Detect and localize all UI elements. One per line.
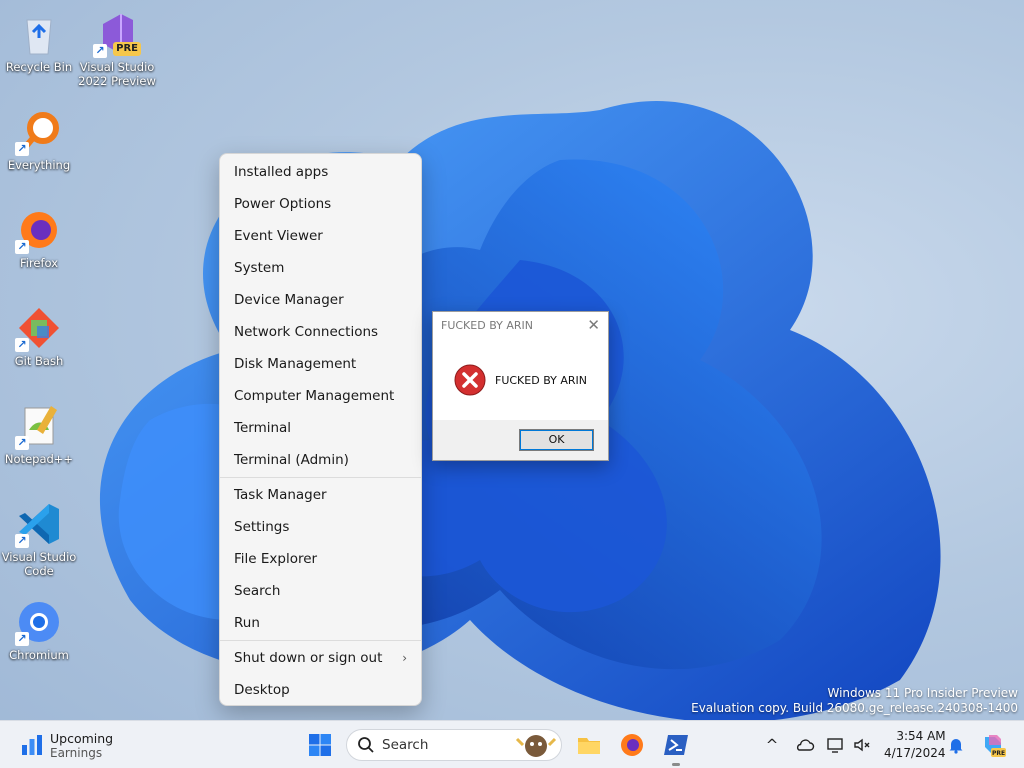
desktop-icon-label: Chromium [9, 648, 69, 662]
search-highlight-icon [515, 735, 557, 757]
widget-subtitle: Earnings [50, 746, 103, 760]
watermark-line-2: Evaluation copy. Build 26080.ge_release.… [691, 701, 1018, 715]
desktop-icon-firefox[interactable]: ↗ Firefox [0, 206, 78, 270]
desktop-icon-visual-studio-code[interactable]: ↗ Visual Studio Code [0, 500, 78, 578]
menu-item-desktop[interactable]: Desktop [220, 675, 421, 705]
desktop-icon-label: Visual Studio 2022 Preview [78, 60, 156, 88]
recycle-bin-icon [15, 10, 63, 58]
error-message-box: FUCKED BY ARIN ✕ FUCKED BY ARIN OK [432, 311, 609, 461]
desktop-icon-visual-studio-2022-preview[interactable]: PRE ↗ Visual Studio 2022 Preview [78, 10, 156, 88]
file-explorer-icon[interactable] [575, 731, 603, 759]
active-app-indicator [672, 763, 680, 766]
desktop-icon-notepad-plus-plus[interactable]: ↗ Notepad++ [0, 402, 78, 466]
message-box-body: FUCKED BY ARIN [433, 340, 608, 420]
search-icon [358, 737, 374, 753]
desktop-icon-label: Recycle Bin [5, 60, 73, 74]
menu-item-event-viewer[interactable]: Event Viewer [220, 221, 421, 251]
menu-separator [220, 640, 421, 641]
shortcut-arrow-icon: ↗ [15, 338, 29, 352]
taskbar-search-box[interactable]: Search [346, 729, 562, 761]
desktop-icon-recycle-bin[interactable]: Recycle Bin [0, 10, 78, 74]
onedrive-icon[interactable] [795, 735, 815, 755]
desktop-icon-label: Everything [7, 158, 71, 172]
copilot-icon[interactable]: PRE [979, 731, 1007, 759]
vscode-icon: ↗ [15, 500, 63, 548]
menu-item-power-options[interactable]: Power Options [220, 189, 421, 219]
firefox-icon: ↗ [15, 206, 63, 254]
shortcut-arrow-icon: ↗ [15, 534, 29, 548]
speaker-muted-icon[interactable] [852, 735, 872, 755]
menu-item-disk-management[interactable]: Disk Management [220, 349, 421, 379]
search-placeholder: Search [382, 737, 429, 753]
evaluation-watermark: Windows 11 Pro Insider Preview Evaluatio… [691, 686, 1018, 716]
clock-time: 3:54 AM [896, 729, 946, 743]
menu-item-shut-down-or-sign-out[interactable]: Shut down or sign out › [220, 643, 421, 673]
error-icon [454, 364, 486, 396]
chevron-right-icon: › [402, 651, 407, 665]
menu-item-settings[interactable]: Settings [220, 512, 421, 542]
ok-button[interactable]: OK [519, 429, 594, 451]
start-windows-icon[interactable] [306, 731, 334, 759]
menu-item-run[interactable]: Run [220, 608, 421, 638]
widget-title: Upcoming [50, 731, 114, 746]
git-bash-icon: ↗ [15, 304, 63, 352]
taskbar: Upcoming Earnings Search ^ 3:54 AM 4/17/ [0, 720, 1024, 768]
desktop-icon-label: Git Bash [14, 354, 64, 368]
desktop-icon-label: Notepad++ [4, 452, 74, 466]
menu-item-file-explorer[interactable]: File Explorer [220, 544, 421, 574]
menu-item-terminal-admin[interactable]: Terminal (Admin) [220, 445, 421, 475]
clock-date: 4/17/2024 [884, 746, 946, 760]
desktop-icon-label: Visual Studio Code [1, 550, 77, 578]
svg-text:PRE: PRE [992, 750, 1005, 757]
preview-badge: PRE [113, 42, 141, 56]
menu-item-installed-apps[interactable]: Installed apps [220, 157, 421, 187]
desktop-icon-git-bash[interactable]: ↗ Git Bash [0, 304, 78, 368]
shortcut-arrow-icon: ↗ [15, 240, 29, 254]
menu-item-network-connections[interactable]: Network Connections [220, 317, 421, 347]
notification-bell-icon[interactable] [946, 735, 966, 755]
menu-item-task-manager[interactable]: Task Manager [220, 480, 421, 510]
message-box-text: FUCKED BY ARIN [495, 374, 587, 387]
menu-item-device-manager[interactable]: Device Manager [220, 285, 421, 315]
menu-item-computer-management[interactable]: Computer Management [220, 381, 421, 411]
display-icon[interactable] [826, 735, 846, 755]
chromium-icon: ↗ [15, 598, 63, 646]
menu-item-search[interactable]: Search [220, 576, 421, 606]
show-hidden-icons-chevron[interactable]: ^ [762, 735, 782, 755]
powershell-icon[interactable] [662, 731, 690, 759]
firefox-taskbar-icon[interactable] [618, 731, 646, 759]
message-box-title: FUCKED BY ARIN [441, 319, 533, 332]
shortcut-arrow-icon: ↗ [15, 436, 29, 450]
widgets-button[interactable]: Upcoming Earnings [14, 729, 124, 761]
menu-item-terminal[interactable]: Terminal [220, 413, 421, 443]
shortcut-arrow-icon: ↗ [93, 44, 107, 58]
winx-context-menu: Installed apps Power Options Event Viewe… [219, 153, 422, 706]
desktop-icon-everything[interactable]: ↗ Everything [0, 108, 78, 172]
desktop-icon-chromium[interactable]: ↗ Chromium [0, 598, 78, 662]
shortcut-arrow-icon: ↗ [15, 142, 29, 156]
shortcut-arrow-icon: ↗ [15, 632, 29, 646]
close-icon[interactable]: ✕ [587, 316, 600, 334]
magnifier-icon: ↗ [15, 108, 63, 156]
desktop-icon-label: Firefox [19, 256, 59, 270]
notepad-plus-plus-icon: ↗ [15, 402, 63, 450]
message-box-titlebar[interactable]: FUCKED BY ARIN ✕ [433, 312, 608, 340]
stock-chart-icon [22, 735, 42, 755]
menu-item-system[interactable]: System [220, 253, 421, 283]
menu-separator [220, 477, 421, 478]
visual-studio-icon: PRE ↗ [93, 10, 141, 58]
watermark-line-1: Windows 11 Pro Insider Preview [827, 686, 1018, 700]
